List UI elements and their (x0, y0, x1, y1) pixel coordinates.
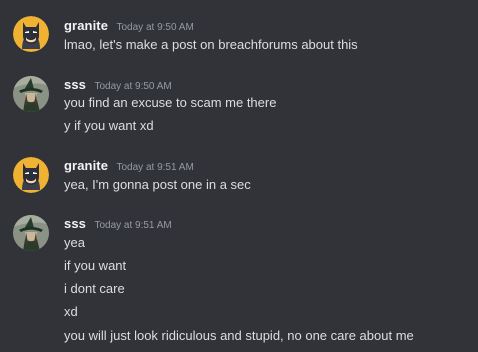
message-text: xd (64, 304, 78, 319)
message-text: you find an excuse to scam me there (64, 95, 277, 110)
username[interactable]: granite (64, 158, 108, 173)
timestamp[interactable]: Today at 9:51 AM (94, 220, 171, 231)
username[interactable]: sss (64, 216, 86, 231)
message-text: yea (64, 235, 85, 250)
timestamp[interactable]: Today at 9:51 AM (117, 162, 194, 173)
message-text: i dont care (64, 281, 125, 296)
message-text: y if you want xd (64, 118, 154, 133)
timestamp[interactable]: Today at 9:50 AM (94, 81, 171, 92)
message-text: yea, I'm gonna post one in a sec (64, 177, 251, 192)
witch-avatar[interactable] (13, 215, 49, 251)
batman-avatar[interactable] (13, 16, 49, 52)
message-header: sss Today at 9:50 AM (64, 76, 172, 94)
message-header: granite Today at 9:51 AM (64, 157, 194, 175)
message-header: sss Today at 9:51 AM (64, 215, 172, 233)
username[interactable]: granite (64, 18, 108, 33)
message-text: lmao, let's make a post on breachforums … (64, 37, 358, 52)
message-text: you will just look ridiculous and stupid… (64, 328, 414, 343)
message-header: granite Today at 9:50 AM (64, 17, 194, 35)
username[interactable]: sss (64, 77, 86, 92)
message-text: if you want (64, 258, 127, 273)
witch-avatar[interactable] (13, 76, 49, 112)
timestamp[interactable]: Today at 9:50 AM (117, 22, 194, 33)
batman-avatar[interactable] (13, 157, 49, 193)
chat-messages: granite Today at 9:50 AM lmao, let's mak… (0, 0, 478, 352)
